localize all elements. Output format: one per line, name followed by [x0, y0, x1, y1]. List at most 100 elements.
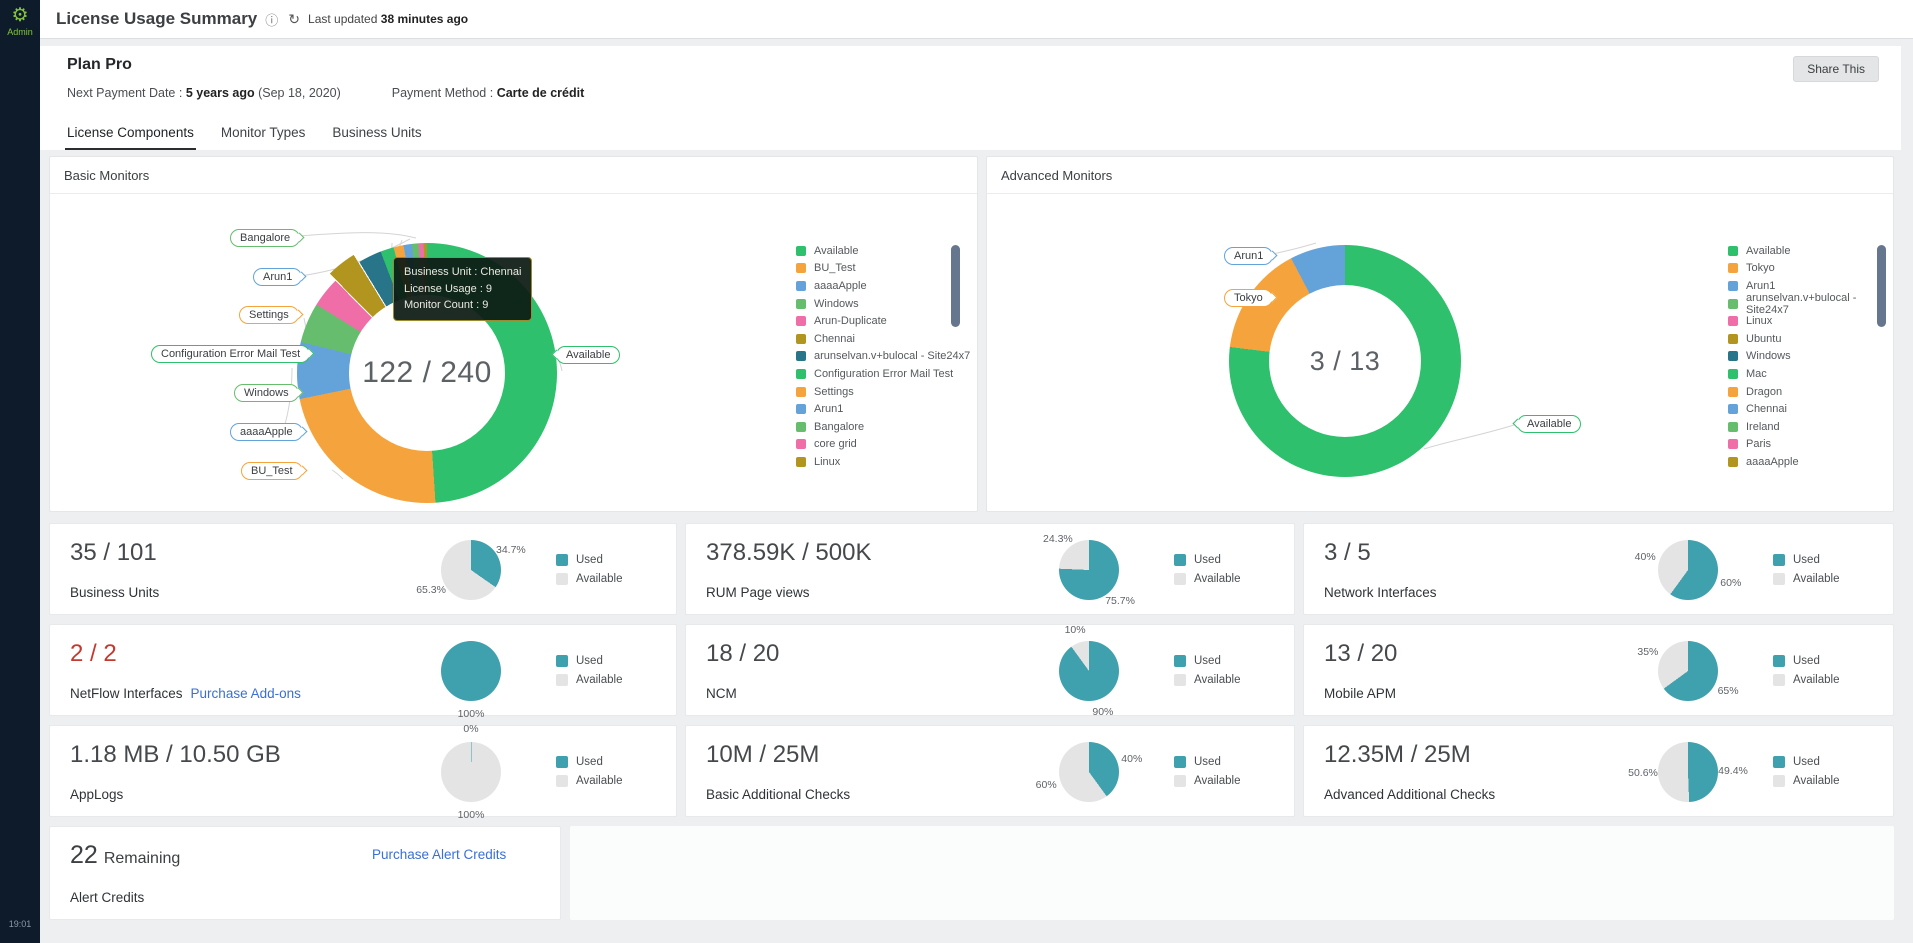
pie-legend-used: Used	[1174, 655, 1294, 667]
usage-card: 12.35M / 25MAdvanced Additional Checks49…	[1303, 725, 1894, 817]
legend-item[interactable]: core grid	[796, 436, 970, 454]
tab-license-components[interactable]: License Components	[67, 125, 194, 150]
usage-card: 378.59K / 500KRUM Page views75.7%24.3%Us…	[685, 523, 1295, 615]
legend-item[interactable]: Linux	[796, 453, 970, 471]
legend-item[interactable]: arunselvan.v+bulocal - Site24x7	[796, 348, 970, 366]
legend-item[interactable]: Tokyo	[1728, 260, 1893, 278]
pie-percent-available: 65.3%	[416, 584, 446, 596]
pie[interactable]	[1059, 742, 1119, 802]
legend-item[interactable]: Available	[796, 242, 970, 260]
legend-swatch	[1174, 674, 1186, 686]
legend-label: Bangalore	[814, 421, 864, 433]
legend-label: Available	[1793, 573, 1839, 585]
legend-item[interactable]: Ireland	[1728, 418, 1893, 436]
legend-label: Available	[1746, 245, 1790, 257]
legend-item[interactable]: Mac	[1728, 365, 1893, 383]
pie[interactable]	[1658, 641, 1718, 701]
pie-legend: UsedAvailable	[1773, 524, 1893, 614]
pie[interactable]	[441, 540, 501, 600]
legend-swatch	[1773, 573, 1785, 585]
legend-swatch	[796, 246, 806, 256]
legend-item[interactable]: Chennai	[1728, 400, 1893, 418]
pie[interactable]	[441, 641, 501, 701]
chart-tooltip: Business Unit : Chennai License Usage : …	[393, 257, 532, 321]
legend-label: Available	[1194, 775, 1240, 787]
usage-card-text: 13 / 20Mobile APM	[1304, 625, 1603, 715]
tooltip-line-3: Monitor Count : 9	[404, 297, 521, 314]
tab-business-units[interactable]: Business Units	[332, 125, 421, 150]
pie[interactable]	[1658, 742, 1718, 802]
pie-percent-used: 49.4%	[1718, 765, 1748, 777]
pie-legend-used: Used	[1773, 756, 1893, 768]
legend-item[interactable]: aaaaApple	[796, 277, 970, 295]
tab-monitor-types[interactable]: Monitor Types	[221, 125, 306, 150]
pie-percent-available: 10%	[1065, 624, 1086, 636]
pie-legend-available: Available	[1174, 674, 1294, 686]
usage-pie-chart: 60%40%	[1603, 524, 1773, 616]
callout-aaaaapple: aaaaApple	[230, 423, 303, 441]
purchase-add-ons-link[interactable]: Purchase Add-ons	[191, 686, 301, 701]
advanced-monitors-panel: Advanced Monitors 3 / 13 Arun1 Tokyo Ava…	[986, 156, 1894, 512]
usage-value: 1.18 MB / 10.50 GB	[70, 741, 386, 769]
refresh-icon[interactable]: ↻	[288, 11, 300, 28]
legend-item[interactable]: arunselvan.v+bulocal - Site24x7	[1728, 295, 1893, 313]
pie-legend-used: Used	[556, 554, 676, 566]
usage-pie-chart: 40% 60%	[1004, 726, 1174, 818]
legend-label: aaaaApple	[1746, 456, 1799, 468]
pie-legend: Used Available	[556, 524, 676, 614]
legend-item[interactable]: Arun1	[796, 400, 970, 418]
legend-item[interactable]: Ubuntu	[1728, 330, 1893, 348]
pie-percent-available: 40%	[1635, 551, 1656, 563]
legend-item[interactable]: Paris	[1728, 436, 1893, 454]
legend-item[interactable]: Arun-Duplicate	[796, 312, 970, 330]
legend-swatch	[1174, 655, 1186, 667]
pie[interactable]	[1059, 540, 1119, 600]
legend-swatch	[796, 387, 806, 397]
legend-item[interactable]: Configuration Error Mail Test	[796, 365, 970, 383]
usage-card: 10M / 25MBasic Additional Checks40%60%Us…	[685, 725, 1295, 817]
legend-label: Used	[1194, 756, 1221, 768]
legend-swatch	[1773, 655, 1785, 667]
legend-item[interactable]: Windows	[1728, 348, 1893, 366]
legend-label: aaaaApple	[814, 280, 867, 292]
legend-label: Linux	[1746, 315, 1772, 327]
legend-item[interactable]: aaaaApple	[1728, 453, 1893, 471]
usage-card-text: 2 / 2NetFlow InterfacesPurchase Add-ons	[50, 625, 386, 715]
legend-scrollbar[interactable]	[951, 245, 960, 327]
usage-card: 3 / 5Network Interfaces60%40%UsedAvailab…	[1303, 523, 1894, 615]
admin-gear-icon[interactable]: ⚙	[0, 6, 40, 26]
usage-value: 13 / 20	[1324, 640, 1603, 668]
legend-item[interactable]: Bangalore	[796, 418, 970, 436]
legend-label: Mac	[1746, 368, 1767, 380]
legend-swatch	[1728, 387, 1738, 397]
legend-scrollbar[interactable]	[1877, 245, 1886, 327]
legend-item[interactable]: Settings	[796, 383, 970, 401]
pie-legend: UsedAvailable	[556, 726, 676, 816]
pie-percent-used: 40%	[1121, 753, 1142, 765]
pie-legend-used: Used	[1174, 554, 1294, 566]
next-payment-label: Next Payment Date :	[67, 86, 182, 100]
legend-item[interactable]: BU_Test	[796, 260, 970, 278]
pie[interactable]	[1658, 540, 1718, 600]
pie-percent-used: 75.7%	[1105, 595, 1135, 607]
legend-item[interactable]: Chennai	[796, 330, 970, 348]
pie-percent-available: 60%	[1036, 779, 1057, 791]
usage-value: 2 / 2	[70, 640, 386, 668]
purchase-alert-credits-link[interactable]: Purchase Alert Credits	[372, 847, 506, 862]
legend-label: Arun-Duplicate	[814, 315, 887, 327]
share-this-button[interactable]: Share This	[1793, 56, 1879, 82]
legend-item[interactable]: Available	[1728, 242, 1893, 260]
callout-windows: Windows	[234, 384, 299, 402]
callout-settings: Settings	[239, 306, 299, 324]
legend-label: Settings	[814, 386, 854, 398]
pie[interactable]	[1059, 641, 1119, 701]
legend-label: Chennai	[1746, 403, 1787, 415]
pie[interactable]	[441, 742, 501, 802]
legend-label: Tokyo	[1746, 262, 1775, 274]
info-icon[interactable]: ⓘ	[265, 10, 278, 29]
legend-item[interactable]: Windows	[796, 295, 970, 313]
legend-label: Available	[576, 573, 622, 585]
pie-legend-available: Available	[1773, 674, 1893, 686]
legend-item[interactable]: Dragon	[1728, 383, 1893, 401]
legend-label: Used	[1194, 554, 1221, 566]
